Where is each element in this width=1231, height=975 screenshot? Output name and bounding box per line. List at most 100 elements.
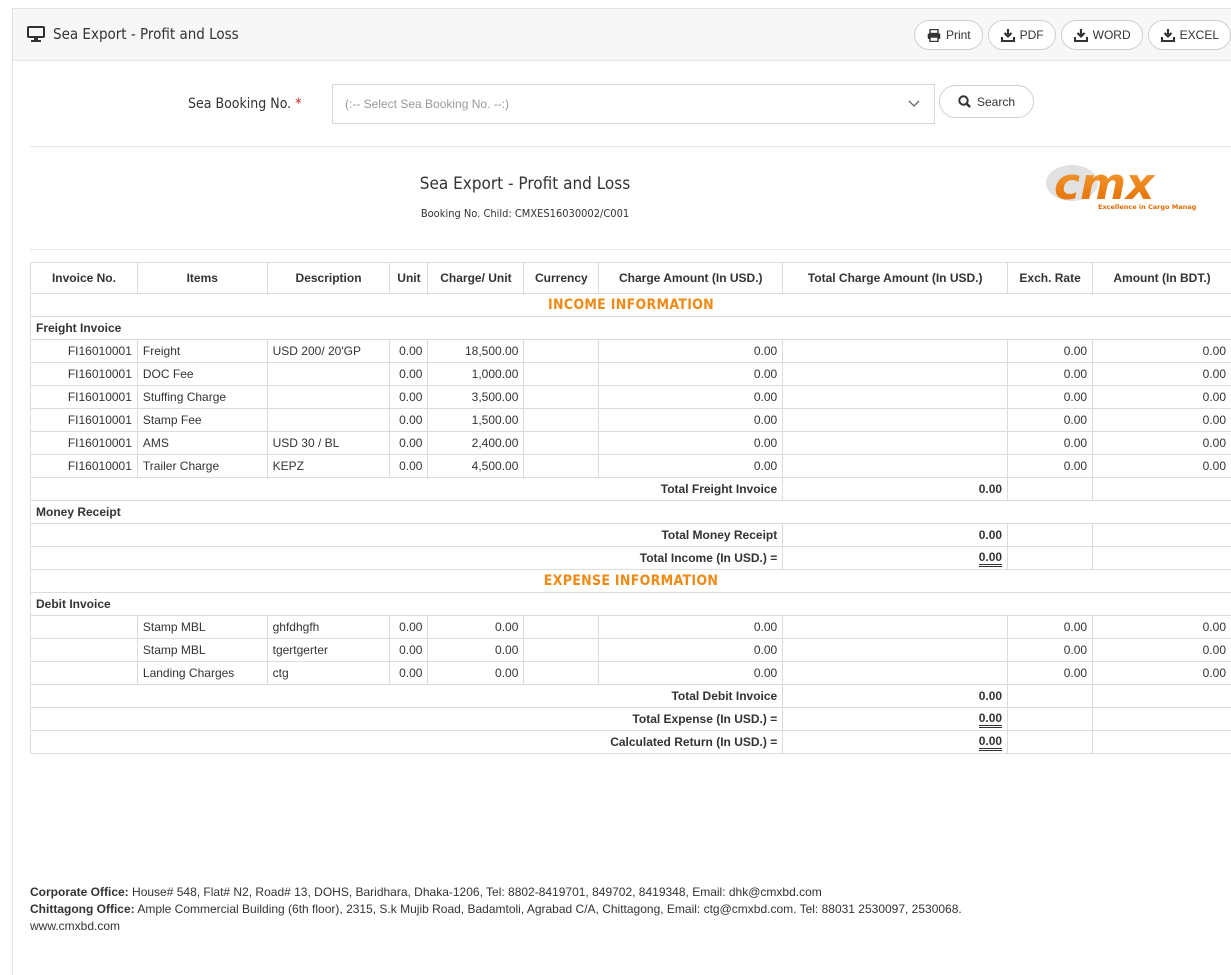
total-income-row-value-cell: 0.00 — [782, 546, 1009, 570]
total-income-row: Total Income (In USD.) = 0.00 — [29, 546, 1231, 570]
search-button[interactable]: Search — [939, 85, 1034, 118]
invoice-no-cell: FI16010001 — [30, 385, 138, 409]
calculated-return-row-value-cell: 0.00 — [782, 730, 1009, 754]
total-charge-cell — [782, 638, 1009, 662]
empty-cell — [1007, 730, 1094, 754]
table-row: FI16010001 Stamp Fee 0.00 1,500.00 0.00 0.00 0… — [30, 408, 1231, 432]
currency-cell — [523, 615, 600, 639]
debit-group-heading-text: Debit Invoice — [30, 592, 1231, 616]
invoice-no-cell — [30, 615, 138, 639]
total-money-row-value: 0.00 — [978, 528, 1003, 542]
freight-group-text: Freight Invoice — [30, 316, 1231, 340]
divider — [30, 249, 1231, 250]
item-cell: Landing Charges — [136, 661, 268, 685]
invoice-no-cell: FI16010001 — [30, 362, 138, 386]
income-section-heading: INCOME INFORMATION — [30, 293, 1231, 317]
item-cell: Stuffing Charge — [136, 385, 268, 409]
expense-section-heading: EXPENSE INFORMATION — [30, 569, 1231, 593]
charge-amount-cell: 0.00 — [598, 615, 784, 639]
website-link[interactable]: www.cmxbd.com — [30, 918, 1230, 935]
sea-booking-label: Sea Booking No. * — [188, 96, 301, 112]
col-header: Invoice No. — [30, 262, 138, 294]
total-charge-cell — [782, 385, 1009, 409]
currency-cell — [523, 408, 600, 432]
col-header: Total Charge Amount (In USD.) — [782, 262, 1009, 294]
item-cell: AMS — [136, 431, 268, 455]
table-row: Stamp MBL ghfdhgfh 0.00 0.00 0.00 0.00 0.00 — [30, 615, 1231, 639]
money-receipt-group-heading: Money Receipt — [30, 500, 1231, 524]
word-button[interactable]: WORD — [1060, 20, 1143, 50]
charge-amount-cell: 0.00 — [598, 454, 784, 478]
table-row: FI16010001 AMS USD 30 / BL 0.00 2,400.00 0.00… — [30, 431, 1231, 455]
charge-unit-cell: 4,500.00 — [427, 454, 525, 478]
item-cell: Stamp MBL — [136, 615, 268, 639]
charge-amount-cell: 0.00 — [598, 339, 784, 363]
empty-cell — [1092, 546, 1231, 570]
description-cell: ghfdhgfh — [266, 615, 391, 639]
print-button-label: Print — [945, 28, 971, 42]
description-cell — [266, 408, 391, 432]
total-freight-row: Total Freight Invoice 0.00 — [29, 477, 1231, 501]
col-header: Amount (In BDT.) — [1092, 262, 1231, 294]
currency-cell — [523, 431, 600, 455]
item-cell: Stamp Fee — [136, 408, 268, 432]
print-icon — [927, 28, 941, 42]
description-cell — [266, 362, 391, 386]
total-charge-cell — [782, 339, 1009, 363]
cmx-logo: cmx Excellence in Cargo Management — [1036, 159, 1220, 217]
table-row: FI16010001 DOC Fee 0.00 1,000.00 0.00 0.00 0.0… — [30, 362, 1231, 386]
table-row: FI16010001 Stuffing Charge 0.00 3,500.00 0.0… — [30, 385, 1231, 409]
total-charge-cell — [782, 408, 1009, 432]
sea-booking-select[interactable]: (:-- Select Sea Booking No. --:) — [332, 84, 935, 124]
monitor-icon — [27, 26, 45, 42]
unit-cell: 0.00 — [389, 454, 429, 478]
money-receipt-group-heading-text: Money Receipt — [30, 500, 1231, 524]
print-button[interactable]: Print — [913, 20, 983, 50]
charge-amount-cell: 0.00 — [598, 431, 784, 455]
total-expense-row-label: Total Expense (In USD.) = — [29, 707, 784, 731]
unit-cell: 0.00 — [389, 339, 429, 363]
exch-rate-cell: 0.00 — [1007, 339, 1094, 363]
bdt-amount-cell: 0.00 — [1092, 661, 1231, 685]
empty-cell — [1007, 477, 1094, 501]
bdt-amount-cell: 0.00 — [1092, 362, 1231, 386]
excel-button[interactable]: EXCEL — [1147, 20, 1231, 50]
word-button-label: WORD — [1092, 28, 1131, 42]
currency-cell — [523, 454, 600, 478]
total-money-row: Total Money Receipt 0.00 — [29, 523, 1231, 547]
table-row: Landing Charges ctg 0.00 0.00 0.00 0.00 0.00 — [30, 661, 1231, 685]
invoice-no-cell: FI16010001 — [30, 431, 138, 455]
currency-cell — [523, 339, 600, 363]
total-expense-row: Total Expense (In USD.) = 0.00 — [29, 707, 1231, 731]
description-cell — [266, 385, 391, 409]
charge-unit-cell: 0.00 — [427, 615, 525, 639]
charge-unit-cell: 0.00 — [427, 638, 525, 662]
unit-cell: 0.00 — [389, 431, 429, 455]
description-cell: USD 200/ 20'GP — [266, 339, 391, 363]
bdt-amount-cell: 0.00 — [1092, 615, 1231, 639]
page-title-text: Sea Export - Profit and Loss — [53, 25, 239, 43]
col-header: Items — [136, 262, 268, 294]
chittagong-office: Chittagong Office: Ample Commercial Buil… — [30, 901, 1230, 918]
col-header: Unit — [389, 262, 429, 294]
total-expense-row-value-cell: 0.00 — [782, 707, 1009, 731]
charge-amount-cell: 0.00 — [598, 408, 784, 432]
pdf-button-label: PDF — [1019, 28, 1044, 42]
expense-section-heading-text: EXPENSE INFORMATION — [30, 569, 1231, 593]
total-income-row-value: 0.00 — [978, 550, 1003, 567]
export-toolbar: Print PDF WORD EXCEL — [913, 20, 1231, 50]
unit-cell: 0.00 — [389, 385, 429, 409]
empty-cell — [1007, 523, 1094, 547]
total-freight-row-label: Total Freight Invoice — [29, 477, 784, 501]
exch-rate-cell: 0.00 — [1007, 661, 1094, 685]
table-header-row: Invoice No. Items Description Unit Charg… — [30, 262, 1231, 294]
pdf-button[interactable]: PDF — [987, 20, 1056, 50]
calculated-return-row-label: Calculated Return (In USD.) = — [29, 730, 784, 754]
unit-cell: 0.00 — [389, 615, 429, 639]
income-heading-text: INCOME INFORMATION — [30, 293, 1231, 317]
exch-rate-cell: 0.00 — [1007, 431, 1094, 455]
exch-rate-cell: 0.00 — [1007, 615, 1094, 639]
footer: Corporate Office: House# 548, Flat# N2, … — [30, 884, 1230, 935]
empty-cell — [1007, 684, 1094, 708]
bdt-amount-cell: 0.00 — [1092, 339, 1231, 363]
